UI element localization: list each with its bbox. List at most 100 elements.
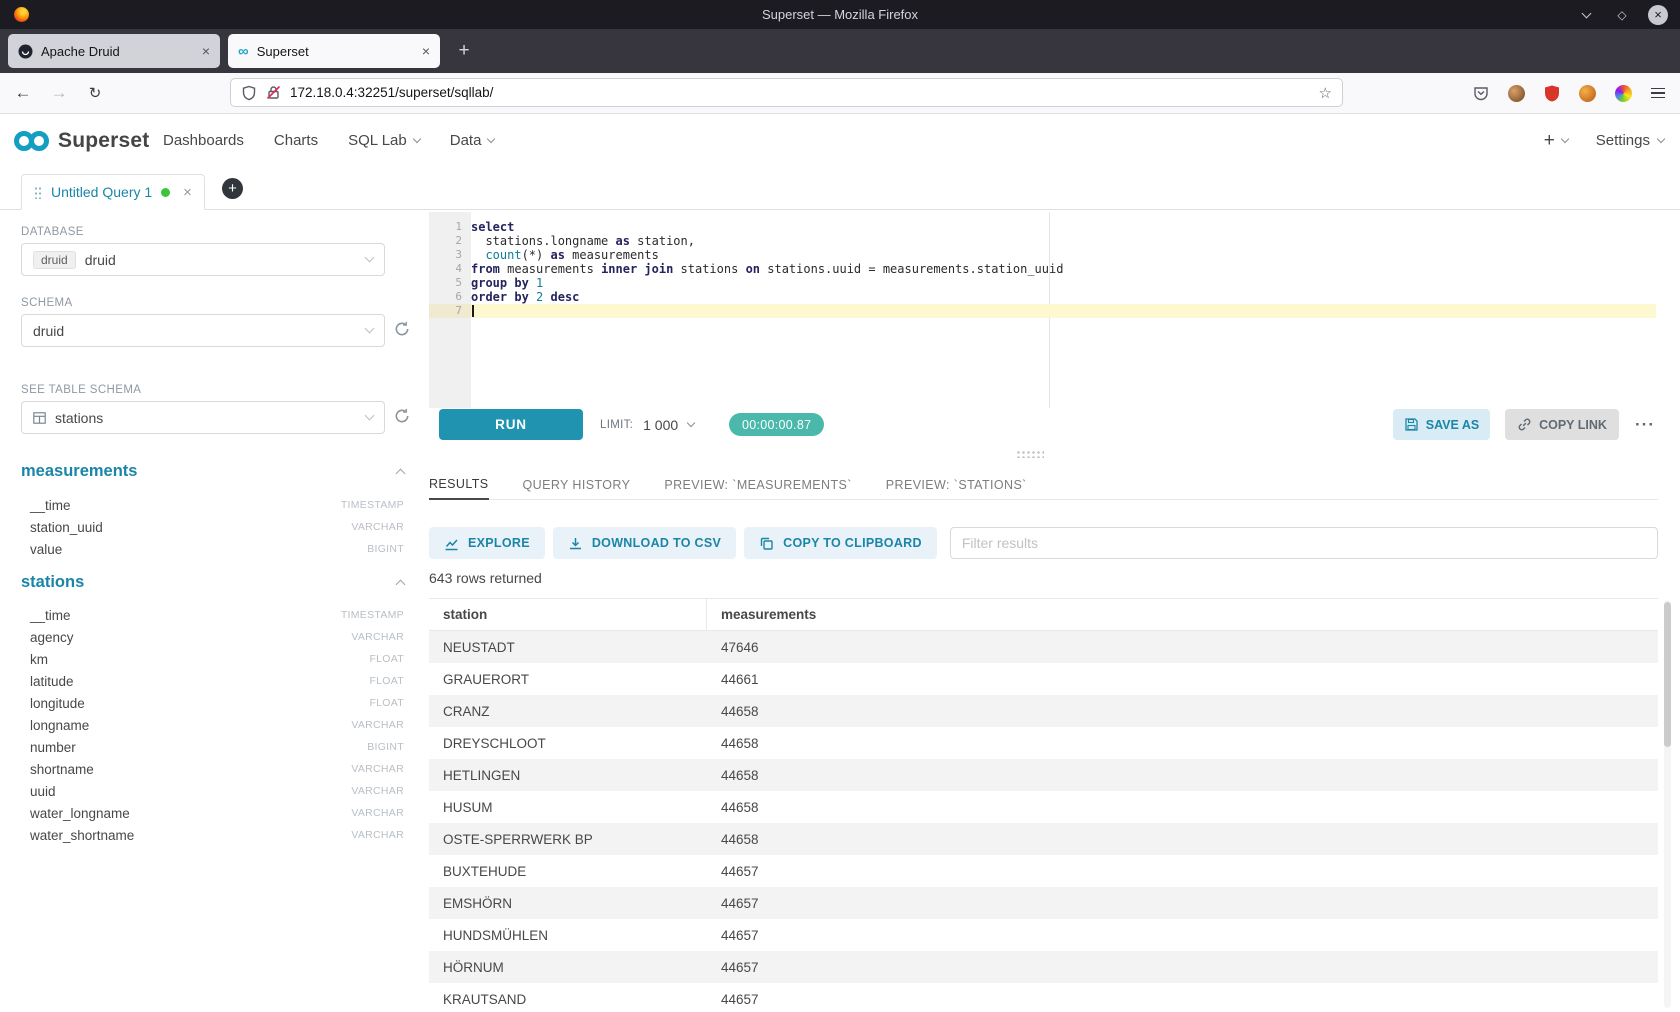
table-name: stations: [21, 573, 84, 592]
chevron-down-icon: [487, 135, 495, 143]
window-minimize-icon[interactable]: [1576, 5, 1596, 25]
code-area[interactable]: select stations.longname as station, cou…: [471, 220, 1656, 318]
schema-column-row: agencyVARCHAR: [30, 626, 404, 648]
extension-avatar-icon[interactable]: [1508, 85, 1525, 102]
table-row: KRAUTSAND44657: [429, 983, 1658, 1012]
schema-column-row: water_shortnameVARCHAR: [30, 824, 404, 846]
copy-link-button[interactable]: COPY LINK: [1505, 409, 1619, 440]
schema-select[interactable]: druid: [21, 314, 385, 347]
sql-editor[interactable]: 1234567 select stations.longname as stat…: [429, 212, 1656, 408]
tab-query-history[interactable]: QUERY HISTORY: [523, 470, 631, 500]
chevron-down-icon: [365, 411, 375, 421]
add-menu-button[interactable]: +: [1544, 130, 1568, 152]
code-token: [529, 276, 536, 290]
code-line[interactable]: order by 2 desc: [471, 290, 1656, 304]
results-actions: EXPLORE DOWNLOAD TO CSV COPY TO CLIPBOAR…: [429, 527, 1658, 559]
schema-section-measurements[interactable]: measurements: [21, 462, 404, 481]
cell-measurements: 44658: [707, 759, 1658, 791]
column-type: VARCHAR: [351, 785, 404, 797]
cell-measurements: 44657: [707, 919, 1658, 951]
chevron-up-icon[interactable]: [396, 580, 406, 590]
limit-dropdown[interactable]: LIMIT: 1 000: [600, 409, 694, 440]
download-icon: [568, 536, 583, 551]
drag-grip-icon[interactable]: [34, 185, 42, 199]
nav-item-sql-lab[interactable]: SQL Lab: [348, 132, 420, 149]
window-maximize-icon[interactable]: ◇: [1612, 5, 1632, 25]
superset-logo[interactable]: Superset: [14, 129, 149, 153]
cell-station: GRAUERORT: [429, 663, 707, 695]
column-header-station[interactable]: station: [429, 599, 707, 630]
reload-icon[interactable]: ↻: [80, 73, 110, 113]
ublock-shield-icon[interactable]: [1544, 85, 1560, 102]
code-token: on: [746, 262, 760, 276]
refresh-table-icon[interactable]: [394, 408, 412, 426]
column-type: VARCHAR: [351, 763, 404, 775]
code-token: 1: [536, 276, 543, 290]
column-name: shortname: [30, 762, 94, 777]
code-token: [471, 248, 485, 262]
filter-results-input[interactable]: [950, 527, 1658, 559]
query-tab-active[interactable]: Untitled Query 1 ×: [21, 174, 205, 210]
database-select[interactable]: druid druid: [21, 243, 385, 276]
scrollbar-track[interactable]: [1664, 600, 1671, 1008]
table-row: OSTE-SPERRWERK BP44658: [429, 823, 1658, 855]
query-tab-close-icon[interactable]: ×: [183, 184, 192, 201]
window-close-icon[interactable]: ×: [1648, 5, 1668, 25]
tab-preview-measurements[interactable]: PREVIEW: `MEASUREMENTS`: [664, 470, 851, 500]
code-line[interactable]: stations.longname as station,: [471, 234, 1656, 248]
database-label: DATABASE: [21, 226, 84, 238]
tab-preview-stations[interactable]: PREVIEW: `STATIONS`: [886, 470, 1027, 500]
code-line[interactable]: select: [471, 220, 1656, 234]
code-token: measurements: [565, 248, 659, 262]
bookmark-star-icon[interactable]: ☆: [1319, 84, 1332, 102]
save-as-button[interactable]: SAVE AS: [1393, 409, 1490, 440]
nav-item-dashboards[interactable]: Dashboards: [163, 132, 244, 149]
pocket-icon[interactable]: [1473, 85, 1489, 101]
nav-item-charts[interactable]: Charts: [274, 132, 318, 149]
shield-icon[interactable]: [241, 85, 257, 101]
editor-gutter: 1234567: [429, 212, 471, 408]
column-header-measurements[interactable]: measurements: [707, 599, 1658, 630]
schema-column-row: shortname VARCHAR: [30, 758, 404, 780]
refresh-schema-icon[interactable]: [394, 321, 412, 339]
column-name: __time: [30, 608, 71, 623]
pinwheel-extension-icon[interactable]: [1615, 85, 1632, 102]
more-options-button[interactable]: ···: [1631, 409, 1659, 440]
url-text[interactable]: 172.18.0.4:32251/superset/sqllab/: [290, 85, 1310, 100]
scrollbar-thumb[interactable]: [1664, 602, 1671, 747]
cell-station: HETLINGEN: [429, 759, 707, 791]
code-line[interactable]: [471, 304, 1656, 318]
tab-close-icon[interactable]: ×: [422, 43, 430, 59]
nav-item-data[interactable]: Data: [450, 132, 495, 149]
run-button[interactable]: RUN: [439, 409, 583, 440]
url-bar[interactable]: 172.18.0.4:32251/superset/sqllab/ ☆: [230, 78, 1343, 107]
table-select[interactable]: stations: [21, 401, 385, 434]
pane-resize-handle[interactable]: [1016, 450, 1044, 458]
cell-station: NEUSTADT: [429, 631, 707, 663]
column-list-stations: __timeTIMESTAMPagencyVARCHARkmFLOATlatit…: [30, 604, 404, 846]
hamburger-menu-icon[interactable]: [1651, 88, 1665, 99]
chevron-up-icon[interactable]: [396, 469, 406, 479]
insecure-lock-icon[interactable]: [266, 85, 281, 100]
code-line[interactable]: group by 1: [471, 276, 1656, 290]
code-line[interactable]: count(*) as measurements: [471, 248, 1656, 262]
schema-section-stations[interactable]: stations: [21, 573, 404, 592]
settings-menu-button[interactable]: Settings: [1596, 132, 1664, 149]
new-tab-button[interactable]: +: [450, 37, 478, 65]
back-icon[interactable]: ←: [8, 73, 38, 113]
explore-button[interactable]: EXPLORE: [429, 527, 545, 559]
copy-clipboard-button[interactable]: COPY TO CLIPBOARD: [744, 527, 937, 559]
extension-avatar-icon[interactable]: [1579, 85, 1596, 102]
code-line[interactable]: from measurements inner join stations on…: [471, 262, 1656, 276]
tab-results[interactable]: RESULTS: [429, 470, 489, 500]
forward-icon[interactable]: →: [44, 73, 74, 113]
download-csv-button[interactable]: DOWNLOAD TO CSV: [553, 527, 736, 559]
query-tab-label: Untitled Query 1: [51, 184, 152, 200]
add-query-tab-button[interactable]: +: [222, 178, 243, 199]
tab-close-icon[interactable]: ×: [202, 43, 210, 59]
browser-tab-superset[interactable]: ∞ Superset ×: [228, 34, 440, 68]
schema-column-row: __timeTIMESTAMP: [30, 604, 404, 626]
table-row: GRAUERORT44661: [429, 663, 1658, 695]
browser-tab-apache-druid[interactable]: Apache Druid ×: [8, 34, 220, 68]
cell-station: HUSUM: [429, 791, 707, 823]
